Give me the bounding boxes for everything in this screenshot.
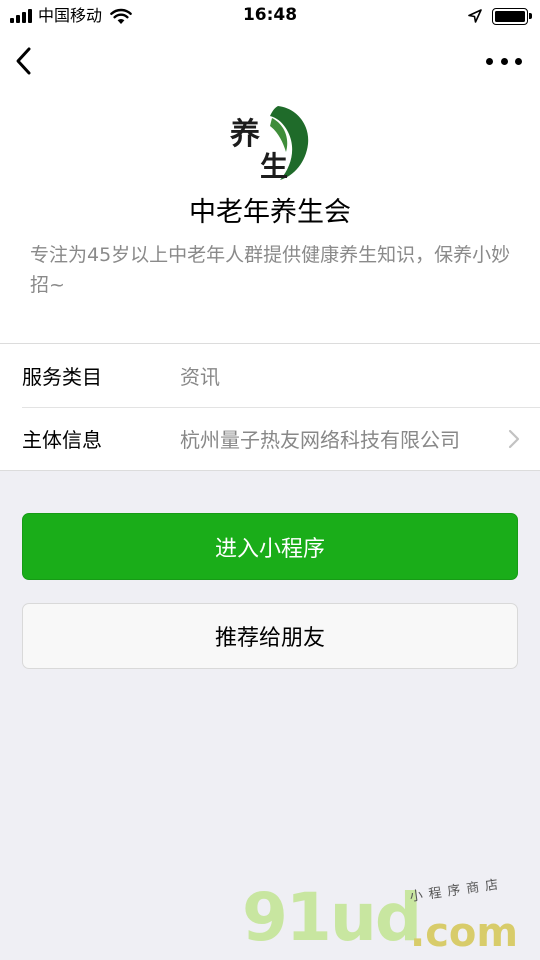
chevron-right-icon bbox=[508, 429, 520, 449]
logo-char-top: 养 bbox=[230, 117, 260, 152]
info-label: 服务类目 bbox=[22, 365, 102, 389]
status-bar: 中国移动 16:48 bbox=[0, 0, 540, 32]
status-right bbox=[468, 6, 532, 26]
info-row-category: 服务类目 资讯 bbox=[0, 344, 540, 407]
back-chevron-icon[interactable] bbox=[10, 44, 38, 78]
status-time: 16:48 bbox=[242, 5, 298, 25]
info-row-entity[interactable]: 主体信息 杭州量子热友网络科技有限公司 bbox=[0, 407, 540, 470]
logo-char-bottom: 生 bbox=[260, 150, 288, 183]
location-arrow-icon bbox=[468, 9, 482, 23]
enter-mini-program-button[interactable]: 进入小程序 bbox=[22, 513, 518, 580]
watermark-brand: 91ud bbox=[242, 879, 422, 956]
nav-bar bbox=[0, 32, 540, 90]
info-value: 资讯 bbox=[180, 365, 220, 389]
app-description: 专注为45岁以上中老年人群提供健康养生知识，保养小妙招~ bbox=[30, 244, 511, 296]
info-label: 主体信息 bbox=[22, 428, 102, 452]
info-list: 服务类目 资讯 主体信息 杭州量子热友网络科技有限公司 bbox=[0, 343, 540, 471]
app-logo: 养 生 bbox=[230, 106, 309, 183]
watermark: 91ud 小程序商店 .com bbox=[242, 876, 532, 958]
watermark-tagline: 小程序商店 bbox=[408, 876, 506, 905]
info-value: 杭州量子热友网络科技有限公司 bbox=[180, 428, 460, 452]
app-name: 中老年养生会 bbox=[189, 197, 351, 228]
more-dots-icon[interactable] bbox=[486, 52, 522, 70]
watermark-domain: .com bbox=[410, 910, 519, 956]
recommend-to-friend-button[interactable]: 推荐给朋友 bbox=[22, 603, 518, 669]
battery-icon bbox=[492, 7, 532, 25]
profile-header: 养 生 中老年养生会 专注为45岁以上中老年人群提供健康养生知识，保养小妙招~ bbox=[0, 90, 540, 344]
